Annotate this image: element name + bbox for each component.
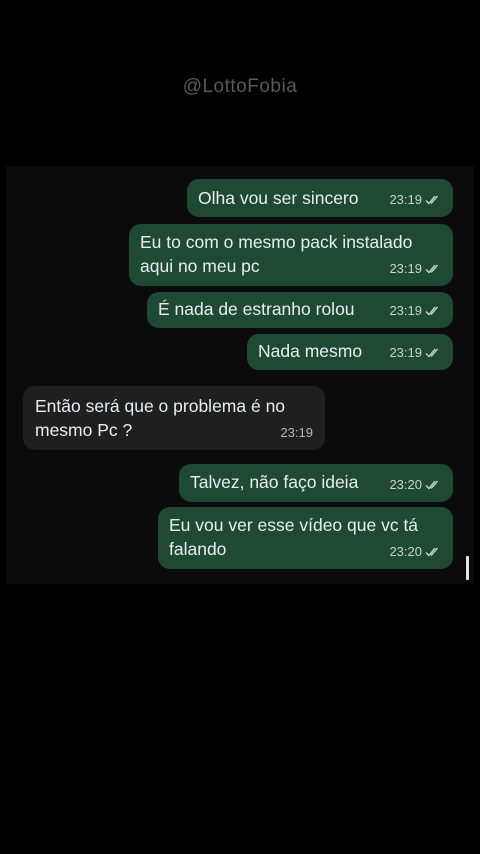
double-check-icon	[425, 347, 443, 359]
double-check-icon	[425, 305, 443, 317]
message-time: 23:20	[389, 544, 422, 559]
double-check-icon	[425, 263, 443, 275]
message-meta: 23:20	[389, 540, 443, 564]
message-time: 23:19	[280, 425, 313, 440]
message-meta: 23:19	[389, 188, 443, 212]
message-text: mesmo Pc ?	[35, 420, 133, 440]
message-time: 23:19	[389, 261, 422, 276]
message-meta: 23:19	[280, 421, 313, 445]
message-meta: 23:19	[389, 257, 443, 281]
message-bubble-incoming[interactable]: Então será que o problema é no mesmo Pc …	[23, 386, 325, 450]
message-time: 23:19	[389, 345, 422, 360]
message-text: Olha vou ser sincero	[198, 188, 359, 208]
message-time: 23:19	[389, 303, 422, 318]
message-meta: 23:20	[389, 473, 443, 497]
message-bubble-outgoing[interactable]: É nada de estranho rolou 23:19	[147, 292, 453, 328]
message-time: 23:19	[389, 192, 422, 207]
message-bubble-outgoing[interactable]: Eu vou ver esse vídeo que vc tá falando …	[158, 507, 453, 569]
message-time: 23:20	[389, 477, 422, 492]
message-text: Eu vou ver esse vídeo que vc tá	[169, 515, 419, 535]
message-bubble-outgoing[interactable]: Eu to com o mesmo pack instalado aqui no…	[129, 224, 453, 286]
watermark: @LottoFobia	[182, 76, 298, 97]
message-text: falando	[169, 539, 227, 559]
message-text: Eu to com o mesmo pack instalado	[140, 232, 413, 252]
message-bubble-outgoing[interactable]: Talvez, não faço ideia 23:20	[179, 464, 453, 502]
message-text: É nada de estranho rolou	[158, 299, 355, 319]
message-meta: 23:19	[389, 299, 443, 323]
double-check-icon	[425, 194, 443, 206]
chat-screenshot: Olha vou ser sincero 23:19 Eu to com o m…	[6, 166, 474, 584]
message-text: aqui no meu pc	[140, 256, 260, 276]
double-check-icon	[425, 546, 443, 558]
message-text: Talvez, não faço ideia	[190, 472, 359, 492]
message-meta: 23:19	[389, 341, 443, 365]
double-check-icon	[425, 479, 443, 491]
message-text: Então será que o problema é no	[35, 396, 286, 416]
message-text: Nada mesmo	[258, 341, 363, 361]
scroll-indicator[interactable]	[466, 556, 469, 580]
message-bubble-outgoing[interactable]: Nada mesmo 23:19	[247, 334, 453, 370]
message-bubble-outgoing[interactable]: Olha vou ser sincero 23:19	[187, 179, 453, 217]
